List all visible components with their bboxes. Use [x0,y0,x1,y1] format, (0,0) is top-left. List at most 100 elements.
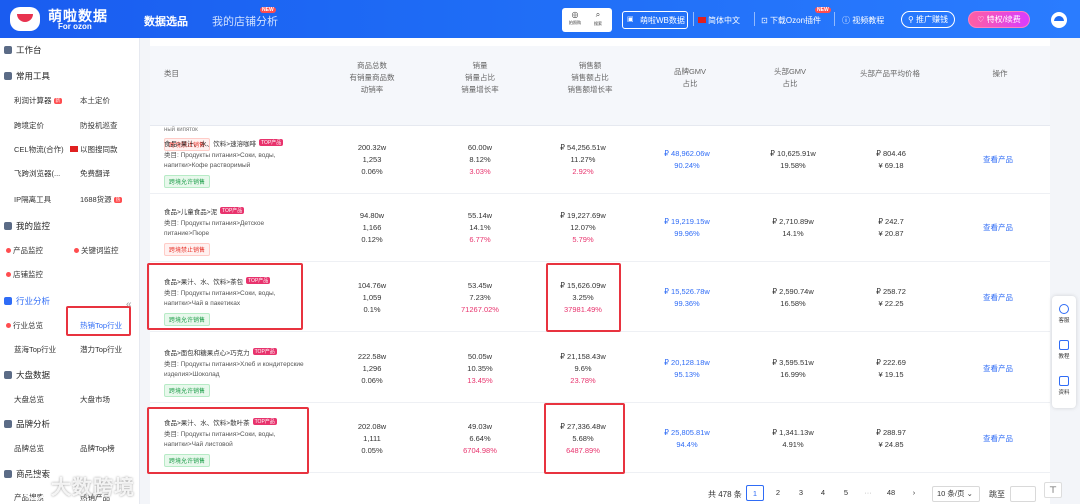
video-tutorial-link[interactable]: ⓘ 视频教程 [842,15,884,26]
sidebar-item-ip-isolation[interactable]: IP隔离工具 [14,194,51,205]
search-icon [4,470,12,478]
sidebar-item-potential-top[interactable]: 潜力Top行业 [80,344,122,355]
fire-icon [6,323,11,328]
sales-cell: 49.03w 6.64% 6704.98% [463,422,497,455]
sidebar-item-anti-speculation[interactable]: 防投机巡查 [80,120,118,131]
page-size-select[interactable]: 10 条/页 ⌄ [932,486,980,502]
head-gmv-cell: ₽ 3,595.51w 16.99% [772,358,814,379]
th-revenue: 销售额 销售额占比 销售额增长率 [567,61,613,94]
vip-button[interactable]: ♡ 特权/续费 [968,11,1030,28]
download-plugin-link[interactable]: ⊡ 下载Ozon插件 [761,15,821,26]
sales-cell: 55.14w 14.1% 6.77% [467,211,493,244]
sidebar-item-image-search[interactable]: 以图搜同款 [70,144,118,155]
language-selector[interactable]: 简体中文 [698,15,740,26]
materials-button[interactable]: 资料 [1052,376,1076,396]
scroll-top-button[interactable]: ⊤ [1044,482,1062,498]
sidebar-item-local-pricing[interactable]: 本土定价 [80,95,110,106]
page-button[interactable]: 3 [792,485,810,501]
avatar[interactable] [1051,12,1067,28]
products-cell: 104.76w 1,059 0.1% [357,281,387,314]
head-gmv-cell: ₽ 2,590.74w 16.58% [772,287,814,308]
sidebar-item-store-monitor[interactable]: 店铺监控 [6,269,43,280]
category-name: 食品>果汁、水、饮料>速溶咖啡 TOP产品 [164,139,284,148]
revenue-cell: ₽ 27,336.48w 5.68% 6487.89% [560,422,606,455]
top-product-badge: TOP产品 [259,139,284,146]
sidebar-item-market-overview[interactable]: 大盘总览 [14,394,44,405]
category-path: 类目: Продукты питания>Хлеб и кондитерские… [164,361,304,378]
view-products-link[interactable]: 查看产品 [983,292,1013,303]
watermark-logo-icon [22,474,48,500]
brand-gmv-cell: ₽ 48,962.06w 90.24% [664,149,710,170]
jump-page-input[interactable] [1010,486,1036,502]
revenue-cell: ₽ 54,256.51w 11.27% 2.92% [560,143,606,176]
page-button[interactable]: 5 [837,485,855,501]
logo[interactable]: 萌啦数据 For ozon [10,5,130,33]
products-cell: 202.08w 1,111 0.05% [357,422,387,455]
page-button[interactable]: 2 [769,485,787,501]
products-cell: 200.32w 1,253 0.06% [357,143,387,176]
brand-gmv-cell: ₽ 15,526.78w 99.36% [664,287,710,308]
sidebar-item-brand-top[interactable]: 品牌Top榜 [80,443,115,454]
collapse-sidebar-icon[interactable]: « [126,299,132,310]
sidebar-item-crossborder-pricing[interactable]: 跨境定价 [14,120,44,131]
view-products-link[interactable]: 查看产品 [983,363,1013,374]
sidebar-item-free-translate[interactable]: 免费翻译 [80,168,110,179]
fire-icon [74,248,79,253]
highlight-box [66,306,131,336]
jump-label: 跳至 [989,490,1005,499]
top-product-badge: TOP产品 [220,207,245,214]
view-products-link[interactable]: 查看产品 [983,222,1013,233]
tab-data-selection[interactable]: 数据选品 [144,13,188,29]
tab-my-store-analysis[interactable]: 我的店铺分析 [212,13,278,29]
next-page-button[interactable]: › [905,485,923,501]
sidebar-item-1688-source[interactable]: 1688货源热 [80,194,123,205]
th-sales: 销量 销量占比 销量增长率 [461,61,499,94]
sidebar-item-industry-overview[interactable]: 行业总览 [6,320,43,331]
fire-icon [6,272,11,277]
sidebar-item-brand-overview[interactable]: 品牌总览 [14,443,44,454]
th-products: 商品总数 有销量商品数 动销率 [349,61,395,94]
price-cell: ₽ 288.97 ¥ 24.85 [876,428,906,449]
sales-cell: 53.45w 7.23% 71267.02% [461,281,499,314]
sidebar-industry-analysis: 行业分析 [4,295,50,307]
sidebar-item-product-monitor[interactable]: 产品监控 [6,245,43,256]
promo-button[interactable]: ⚲ 推广赚钱 [901,11,955,28]
category-path: 类目: Продукты питания>Соки, воды, напитки… [164,431,276,448]
price-cell: ₽ 222.69 ¥ 19.15 [876,358,906,379]
brand-gmv-cell: ₽ 20,128.18w 95.13% [664,358,710,379]
sidebar-workbench[interactable]: 工作台 [4,44,42,56]
market-icon [4,371,12,379]
sidebar-item-profit-calculator[interactable]: 利润计算器新 [14,95,62,106]
view-products-link[interactable]: 查看产品 [983,154,1013,165]
photo-search-box: ◎ 拍照购 ⌕ 搜索 [562,8,612,32]
chevron-down-icon: ⌄ [966,489,973,498]
revenue-cell: ₽ 15,626.09w 3.25% 37981.49% [560,281,606,314]
main-panel: 类目 商品总数 有销量商品数 动销率 销量 销量占比 销量增长率 销售额 销售额占比 销售额… [147,38,1050,504]
page-ellipsis[interactable]: ··· [859,485,877,501]
new-badge: NEW [260,7,276,13]
sales-status-tag: 跨境允许销售 [164,313,211,326]
table-row: 食品>面包和糖果点心>巧克力 TOP产品 类目: Продукты питания>… [150,333,1050,403]
sidebar-item-keyword-monitor[interactable]: 关键词监控 [74,245,119,256]
brand-gmv-cell: ₽ 25,805.81w 94.4% [664,428,710,449]
search-icon[interactable]: ⌕ 搜索 [588,10,608,30]
tutorial-button[interactable]: 教程 [1052,340,1076,360]
products-cell: 94.80w 1,166 0.12% [359,211,385,244]
view-products-link[interactable]: 查看产品 [983,433,1013,444]
page-button[interactable]: 1 [746,485,764,501]
customer-service-button[interactable]: 客服 [1052,304,1076,324]
camera-icon[interactable]: ◎ 拍照购 [565,10,585,30]
logo-sub: For ozon [58,22,92,31]
page-button[interactable]: 4 [814,485,832,501]
sales-status-tag: 跨境允许销售 [164,454,211,467]
page-button[interactable]: 48 [882,485,900,501]
logo-mark-icon [10,7,40,31]
table-row: 食品>果汁、水、饮料>散叶茶 TOP产品 类目: Продукты питания>… [150,403,1050,473]
document-icon [1059,376,1069,386]
sidebar-item-browser[interactable]: 飞跨浏览器(... [14,168,60,179]
sidebar-item-blue-ocean-top[interactable]: 蓝海Top行业 [14,344,56,355]
head-gmv-cell: ₽ 2,710.89w 14.1% [772,217,814,238]
th-category: 类目 [164,69,179,78]
sidebar-item-cel-logistics[interactable]: CEL物流(合作) [14,144,64,155]
sidebar-item-market[interactable]: 大盘市场 [80,394,110,405]
